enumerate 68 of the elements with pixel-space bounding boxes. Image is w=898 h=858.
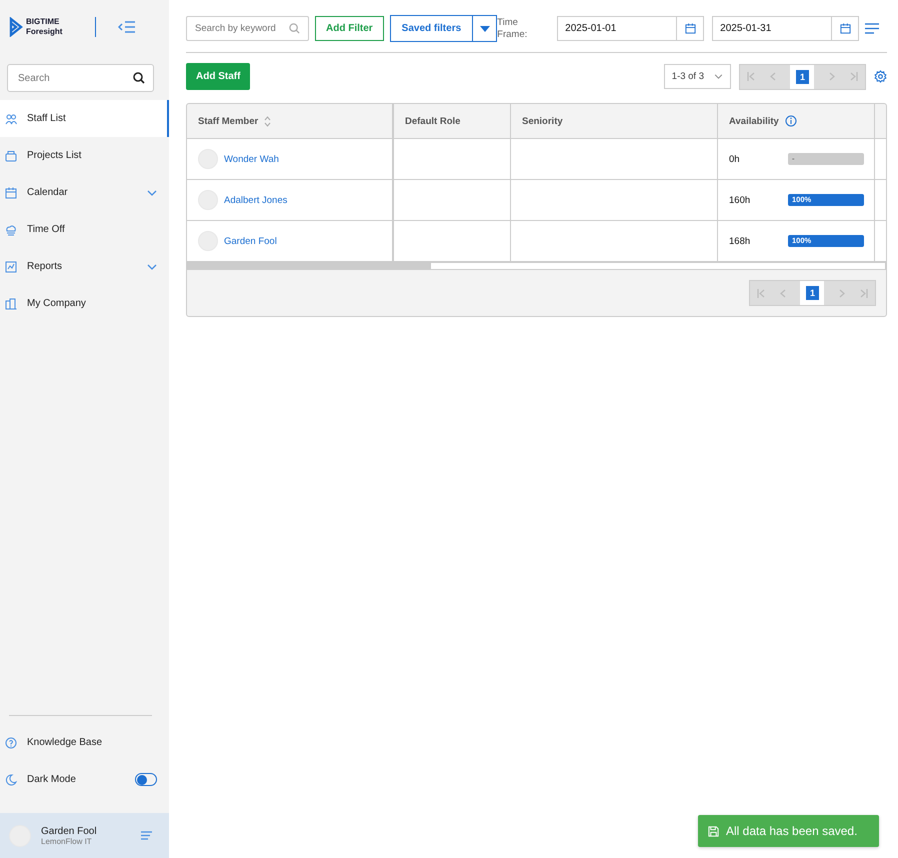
sidebar-item[interactable]: Calendar [0,174,169,211]
sidebar-search-field[interactable]: Search [16,72,133,84]
report-icon [5,260,17,272]
add-filter-button[interactable]: Add Filter [315,16,384,41]
sidebar-item[interactable]: Reports [0,248,169,285]
column-header[interactable]: Availability [729,116,779,126]
staff-name-link[interactable]: Wonder Wah [224,154,279,164]
moon-icon [5,774,17,786]
logo-icon [9,17,23,37]
calendar-icon [684,23,696,34]
caret-icon [480,26,490,32]
page-range-dropdown[interactable]: 1-3 of 3 [664,64,731,89]
sidebar-item[interactable]: My Company [0,285,169,322]
previous-page-icon[interactable] [778,288,787,298]
sidebar-item[interactable]: Staff List [0,100,169,137]
hours-text: 160h [729,194,752,206]
calendar-icon [5,186,17,198]
hours-text: 0h [729,154,741,164]
dark-mode-label: Dark Mode [27,774,77,785]
info-icon[interactable] [784,115,797,127]
sidebar-item[interactable]: Time Off [0,211,169,248]
first-page-icon[interactable] [756,288,765,298]
scrollbar-thumb[interactable] [187,263,431,269]
last-page-icon[interactable] [860,288,868,298]
logo-title: BIGTIME [26,17,60,27]
sort-icon[interactable] [264,116,272,126]
chevron-down-icon [147,190,157,196]
date-field[interactable]: 2025-01-31 [712,16,860,41]
saved-notification: All data has been saved. [698,815,879,847]
time-frame-label: Time Frame: [497,16,528,40]
page-number[interactable]: 1 [806,286,819,300]
column-header[interactable]: Seniority [522,116,563,126]
menu-icon[interactable] [141,831,152,840]
column-header[interactable]: Staff Member [198,116,258,126]
cloud-icon [5,224,17,236]
add-staff-button[interactable]: Add Staff [186,63,250,90]
previous-page-icon[interactable] [768,72,777,81]
last-page-icon[interactable] [850,72,858,81]
staff-name-link[interactable]: Adalbert Jones [224,194,288,206]
user-name: Garden Fool [41,826,98,836]
first-page-icon[interactable] [746,72,755,81]
help-icon [5,736,17,748]
logo-subtitle: Foresight [26,27,62,37]
knowledge-base-link[interactable]: Knowledge Base [0,724,169,761]
search-icon [133,72,145,84]
chevron-down-icon [147,264,157,270]
next-page-icon[interactable] [828,72,836,81]
staff-name-link[interactable]: Garden Fool [224,236,277,246]
search-icon [289,23,300,34]
hours-text: 168h [729,236,752,246]
save-icon [708,826,719,836]
menu-icon[interactable] [865,23,880,34]
next-page-icon[interactable] [838,288,846,298]
people-icon [5,112,17,124]
sidebar-search-box[interactable]: Search [7,64,154,92]
chevron-down-icon [714,74,723,79]
sidebar-item[interactable]: Projects List [0,137,169,174]
keyword-search-box[interactable]: Search by keyword [186,16,309,41]
calendar-icon [840,23,851,34]
settings-icon[interactable] [874,70,887,83]
collapse-menu-icon[interactable] [118,21,136,33]
dark-mode-toggle[interactable] [135,773,157,786]
column-header[interactable]: Default Role [405,116,460,126]
page-number[interactable]: 1 [796,70,809,84]
building-icon [5,298,17,310]
date-field[interactable]: 2025-01-01 [557,16,704,41]
user-company: LemonFlow IT [41,836,93,846]
folder-icon [5,150,17,162]
